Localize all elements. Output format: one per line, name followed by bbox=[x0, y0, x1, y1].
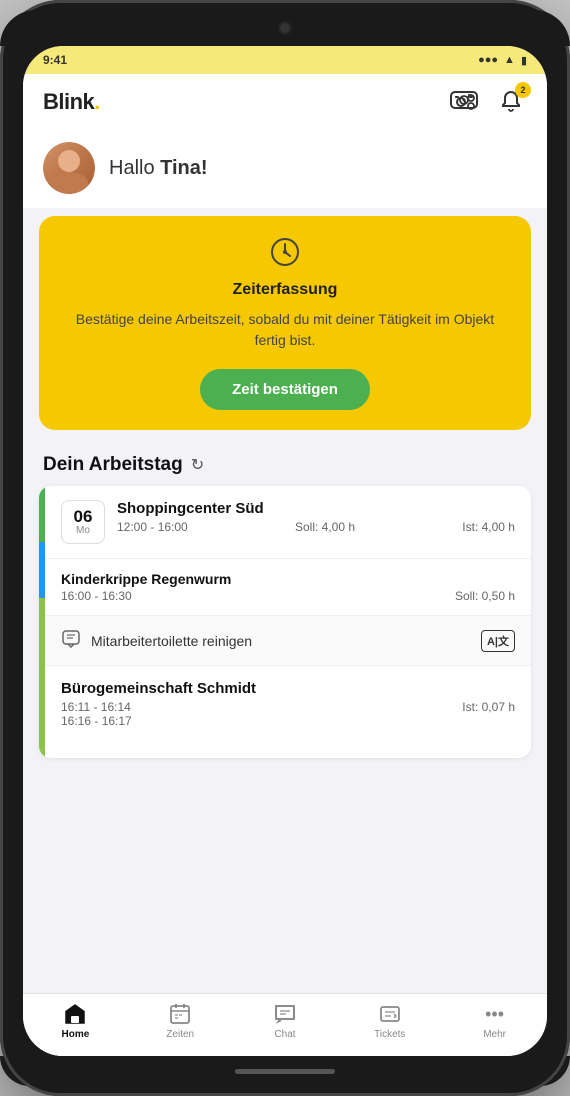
sub-entry-name: Kinderkrippe Regenwurm bbox=[61, 571, 515, 587]
greeting-section: Hallo Tina! bbox=[23, 128, 547, 208]
status-bar: 9:41 ●●● ▲ ▮ bbox=[23, 46, 547, 74]
task-left: Mitarbeitertoilette reinigen bbox=[61, 628, 252, 653]
date-day: 06 bbox=[74, 508, 93, 525]
notification-badge: 2 bbox=[515, 82, 531, 98]
entry-details: Shoppingcenter Süd 12:00 - 16:00 Soll: 4… bbox=[117, 500, 515, 534]
avatar bbox=[43, 142, 95, 194]
extra-ist: Ist: 0,07 h bbox=[462, 700, 515, 728]
status-time: 9:41 bbox=[43, 53, 67, 67]
section-header: Dein Arbeitstag ↻ bbox=[23, 446, 547, 486]
settings-button[interactable] bbox=[449, 86, 481, 118]
blink-logo: Blink. bbox=[43, 89, 100, 115]
wifi-icon: ▲ bbox=[504, 54, 515, 66]
nav-item-mehr[interactable]: ••• Mehr bbox=[442, 1002, 547, 1040]
entry-meta: 12:00 - 16:00 Soll: 4,00 h Ist: 4,00 h bbox=[117, 520, 515, 534]
avatar-image bbox=[43, 142, 95, 194]
zeiterfassung-title: Zeiterfassung bbox=[59, 281, 511, 299]
nav-label-home: Home bbox=[62, 1029, 90, 1040]
refresh-icon[interactable]: ↻ bbox=[191, 455, 204, 475]
entry-shoppingcenter[interactable]: 06 Mo Shoppingcenter Süd 12:00 - 16:00 S… bbox=[45, 486, 531, 559]
task-icon bbox=[61, 628, 81, 653]
nav-item-tickets[interactable]: Tickets bbox=[337, 1002, 442, 1040]
nav-label-tickets: Tickets bbox=[374, 1029, 405, 1040]
task-row[interactable]: Mitarbeitertoilette reinigen A|文 bbox=[45, 616, 531, 666]
main-content: Hallo Tina! Zeiterfassung Bestätige dein… bbox=[23, 128, 547, 993]
nav-item-home[interactable]: Home bbox=[23, 1002, 128, 1040]
date-weekday: Mo bbox=[76, 525, 90, 536]
bottom-nav: Home Zeiten bbox=[23, 993, 547, 1056]
greeting-prefix: Hallo bbox=[109, 157, 160, 179]
nav-label-zeiten: Zeiten bbox=[166, 1029, 194, 1040]
section-title: Dein Arbeitstag bbox=[43, 454, 183, 476]
entry-ist: Ist: 4,00 h bbox=[462, 520, 515, 534]
extra-entry-details: Bürogemeinschaft Schmidt 16:11 - 16:14 1… bbox=[61, 680, 515, 728]
app-header: Blink. bbox=[23, 74, 547, 128]
entry-soll: Soll: 4,00 h bbox=[295, 520, 355, 534]
greeting-text: Hallo Tina! bbox=[109, 157, 208, 180]
nav-label-chat: Chat bbox=[274, 1029, 295, 1040]
workday-card: 06 Mo Shoppingcenter Süd 12:00 - 16:00 S… bbox=[39, 486, 531, 758]
entry-time: 12:00 - 16:00 bbox=[117, 520, 188, 534]
clock-icon bbox=[59, 236, 511, 275]
extra-entry-times: 16:11 - 16:14 16:16 - 16:17 bbox=[61, 700, 132, 728]
sub-entry-time: 16:00 - 16:30 bbox=[61, 589, 132, 603]
extra-time1: 16:11 - 16:14 bbox=[61, 700, 132, 714]
header-icons: 2 bbox=[449, 86, 527, 118]
extra-time2: 16:16 - 16:17 bbox=[61, 714, 132, 728]
entry-kinderkrippe[interactable]: Kinderkrippe Regenwurm 16:00 - 16:30 Sol… bbox=[45, 559, 531, 616]
extra-entry-name: Bürogemeinschaft Schmidt bbox=[61, 680, 515, 697]
entry-name: Shoppingcenter Süd bbox=[117, 500, 515, 517]
camera-notch bbox=[278, 21, 292, 35]
nav-item-chat[interactable]: Chat bbox=[233, 1002, 338, 1040]
extra-entry-meta: 16:11 - 16:14 16:16 - 16:17 Ist: 0,07 h bbox=[61, 700, 515, 728]
signal-icon: ●●● bbox=[478, 54, 498, 66]
workday-entries-col: 06 Mo Shoppingcenter Süd 12:00 - 16:00 S… bbox=[45, 486, 531, 758]
notification-button[interactable]: 2 bbox=[495, 86, 527, 118]
zeiterfassung-card: Zeiterfassung Bestätige deine Arbeitszei… bbox=[39, 216, 531, 430]
entry-burogemeinschaft[interactable]: Bürogemeinschaft Schmidt 16:11 - 16:14 1… bbox=[45, 666, 531, 742]
nav-label-mehr: Mehr bbox=[483, 1029, 506, 1040]
translate-badge[interactable]: A|文 bbox=[481, 630, 515, 652]
task-name: Mitarbeitertoilette reinigen bbox=[91, 633, 252, 649]
sub-entry-soll: Soll: 0,50 h bbox=[455, 589, 515, 603]
sub-entry-meta: 16:00 - 16:30 Soll: 0,50 h bbox=[61, 589, 515, 603]
home-indicator bbox=[235, 1069, 335, 1074]
confirm-time-button[interactable]: Zeit bestätigen bbox=[200, 369, 370, 410]
greeting-name: Tina! bbox=[160, 157, 207, 179]
date-badge: 06 Mo bbox=[61, 500, 105, 544]
status-icons: ●●● ▲ ▮ bbox=[478, 54, 527, 67]
battery-icon: ▮ bbox=[521, 54, 527, 67]
logo-dot: . bbox=[94, 89, 100, 114]
nav-item-zeiten[interactable]: Zeiten bbox=[128, 1002, 233, 1040]
zeiterfassung-description: Bestätige deine Arbeitszeit, sobald du m… bbox=[59, 309, 511, 351]
